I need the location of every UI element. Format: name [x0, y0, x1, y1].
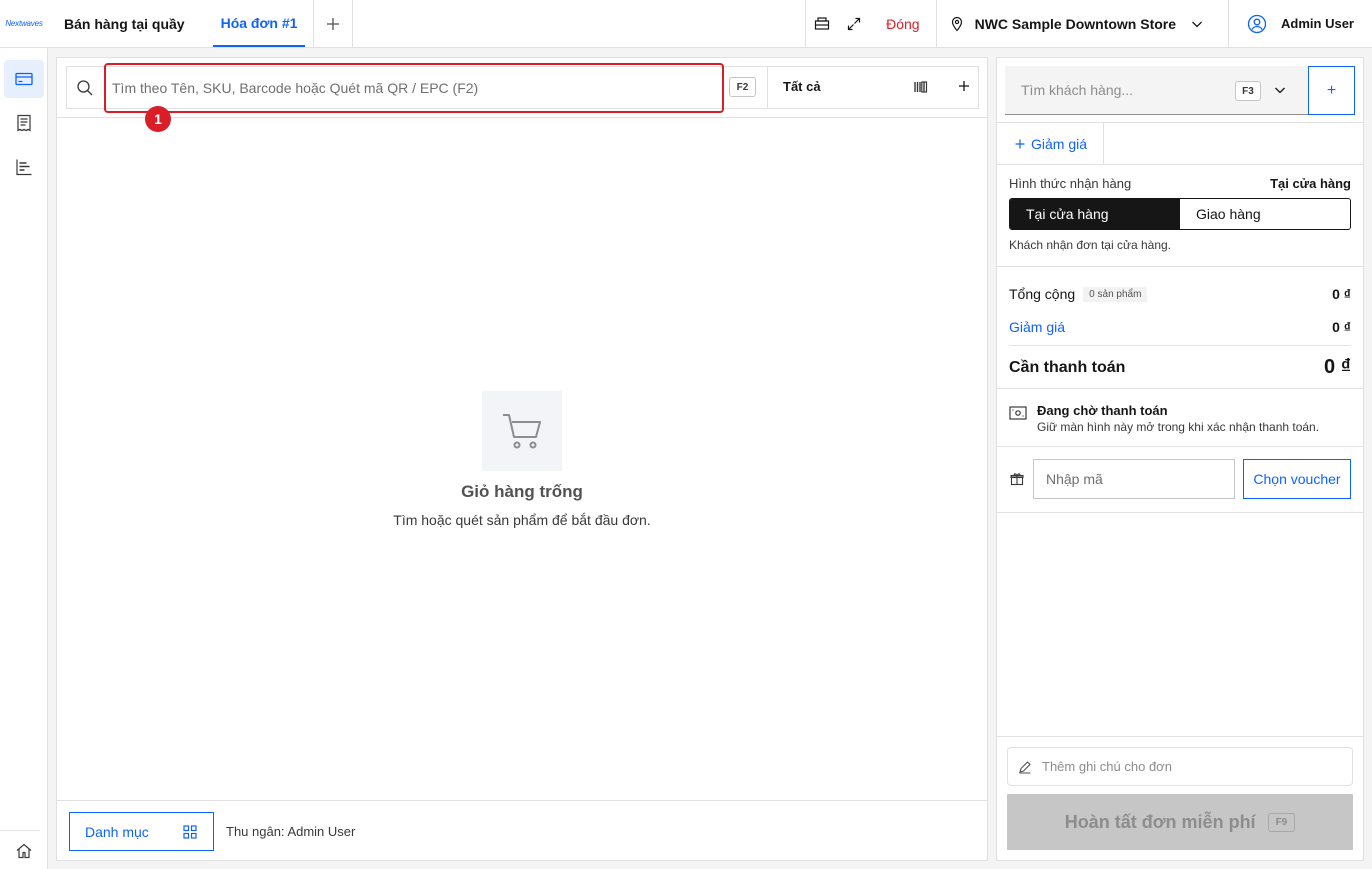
- add-tab-button[interactable]: [313, 0, 354, 47]
- chevron-down-icon: [1192, 21, 1202, 27]
- add-product-button[interactable]: [957, 79, 971, 93]
- add-discount-label: Giảm giá: [1031, 136, 1088, 152]
- search-icon: [67, 79, 103, 97]
- gift-icon: [1010, 473, 1024, 486]
- cash-drawer-button[interactable]: [806, 0, 838, 47]
- top-bar: Nextwaves Bán hàng tại quầy Hóa đơn #1 Đ…: [0, 0, 1372, 48]
- home-icon: [16, 843, 32, 859]
- payment-status-subtitle: Giữ màn hình này mở trong khi xác nhận t…: [1037, 420, 1320, 434]
- side-rail: [0, 48, 48, 869]
- choose-voucher-button[interactable]: Chọn voucher: [1243, 459, 1351, 499]
- category-button-label: Danh mục: [85, 823, 149, 840]
- user-name: Admin User: [1281, 16, 1354, 31]
- cash-drawer-icon: [815, 16, 830, 30]
- store-selector[interactable]: NWC Sample Downtown Store: [937, 0, 1216, 47]
- plus-icon: [959, 81, 969, 91]
- add-customer-button[interactable]: +: [1308, 66, 1355, 115]
- delivery-method-label: Hình thức nhận hàng: [1009, 176, 1132, 191]
- pencil-icon: [1019, 760, 1031, 774]
- subtotal-text: Tổng cộng: [1009, 286, 1076, 302]
- report-chart-icon: [16, 159, 32, 176]
- grid-icon: [183, 825, 197, 839]
- discount-value: 0 ₫: [1332, 319, 1351, 335]
- empty-cart-subtitle: Tìm hoặc quét sản phẩm để bắt đầu đơn.: [393, 512, 651, 528]
- delivery-note: Khách nhận đơn tại cửa hàng.: [1009, 238, 1172, 252]
- annotation-marker: 1: [145, 106, 171, 132]
- plus-icon: [1015, 139, 1025, 149]
- product-search-input[interactable]: Tìm theo Tên, SKU, Barcode hoặc Quét mã …: [104, 63, 724, 113]
- complete-order-button[interactable]: Hoàn tất đơn miễn phí F9: [1007, 794, 1353, 850]
- empty-cart-title: Giỏ hàng trống: [461, 482, 583, 501]
- discount-label[interactable]: Giảm giá: [1009, 319, 1065, 335]
- empty-cart-illustration: [482, 391, 562, 471]
- maximize-icon: [848, 17, 861, 30]
- add-discount-button[interactable]: Giảm giá: [997, 123, 1104, 165]
- chevron-down-icon: [1275, 87, 1285, 94]
- payment-status-title: Đang chờ thanh toán: [1037, 403, 1168, 418]
- rail-item-pos[interactable]: [4, 60, 44, 98]
- app-title: Bán hàng tại quầy: [64, 15, 185, 32]
- cashier-label: Thu ngân: Admin User: [226, 824, 356, 839]
- barcode-icon: [914, 81, 928, 93]
- customer-search-input[interactable]: Tìm khách hàng...: [1005, 66, 1308, 115]
- voucher-code-input[interactable]: Nhập mã: [1033, 459, 1235, 499]
- customer-shortcut-badge: F3: [1235, 81, 1261, 101]
- complete-order-shortcut: F9: [1267, 812, 1296, 832]
- user-avatar-icon: [1247, 14, 1267, 33]
- logo-text: Nextwaves: [5, 19, 43, 28]
- delivery-option-in-store[interactable]: Tại cửa hàng: [1010, 199, 1180, 229]
- receipt-icon: [17, 114, 31, 132]
- delivery-method-toggle: Tại cửa hàng Giao hàng: [1009, 198, 1351, 230]
- search-shortcut-badge: F2: [729, 77, 756, 97]
- rail-item-reports[interactable]: [4, 148, 44, 186]
- plus-icon: [327, 17, 340, 30]
- barcode-scan-button[interactable]: [913, 79, 929, 95]
- subtotal-value: 0 ₫: [1332, 286, 1351, 302]
- delivery-method-value: Tại cửa hàng: [1270, 176, 1351, 191]
- customer-search-row: Tìm khách hàng... F3 +: [1005, 66, 1355, 115]
- delivery-option-shipping[interactable]: Giao hàng: [1180, 199, 1350, 229]
- credit-card-icon: [15, 72, 33, 86]
- payable-value: 0 ₫: [1324, 356, 1351, 378]
- order-note-input[interactable]: Thêm ghi chú cho đơn: [1007, 747, 1353, 786]
- discount-row: Giảm giá: [997, 122, 1363, 165]
- rail-item-orders[interactable]: [4, 104, 44, 142]
- user-menu[interactable]: Admin User: [1229, 0, 1372, 47]
- close-button[interactable]: Đóng: [870, 0, 935, 47]
- subtotal-label: Tổng cộng 0 sản phẩm: [1009, 286, 1148, 302]
- category-button[interactable]: Danh mục: [69, 812, 214, 851]
- location-icon: [951, 16, 962, 31]
- store-name: NWC Sample Downtown Store: [974, 15, 1177, 32]
- app-logo[interactable]: Nextwaves: [0, 0, 48, 47]
- payable-label: Cần thanh toán: [1009, 359, 1126, 376]
- shopping-cart-icon: [503, 414, 541, 449]
- product-search-bar: Tìm theo Tên, SKU, Barcode hoặc Quét mã …: [66, 63, 979, 113]
- complete-order-label: Hoàn tất đơn miễn phí: [1064, 811, 1256, 832]
- cash-icon: [1009, 406, 1027, 420]
- checkout-panel: Tìm khách hàng... F3 + Giảm giá Hình thứ…: [996, 57, 1364, 861]
- cart-footer: Danh mục Thu ngân: Admin User: [57, 800, 987, 860]
- cart-panel: Tìm theo Tên, SKU, Barcode hoặc Quét mã …: [56, 57, 988, 861]
- category-filter-dropdown[interactable]: Tất cả: [783, 79, 821, 94]
- item-count-badge: 0 sản phẩm: [1083, 286, 1148, 302]
- rail-item-home[interactable]: [4, 832, 44, 869]
- tab-invoice-1[interactable]: Hóa đơn #1: [212, 0, 306, 47]
- fullscreen-button[interactable]: [838, 0, 870, 47]
- order-note-placeholder: Thêm ghi chú cho đơn: [1042, 759, 1172, 774]
